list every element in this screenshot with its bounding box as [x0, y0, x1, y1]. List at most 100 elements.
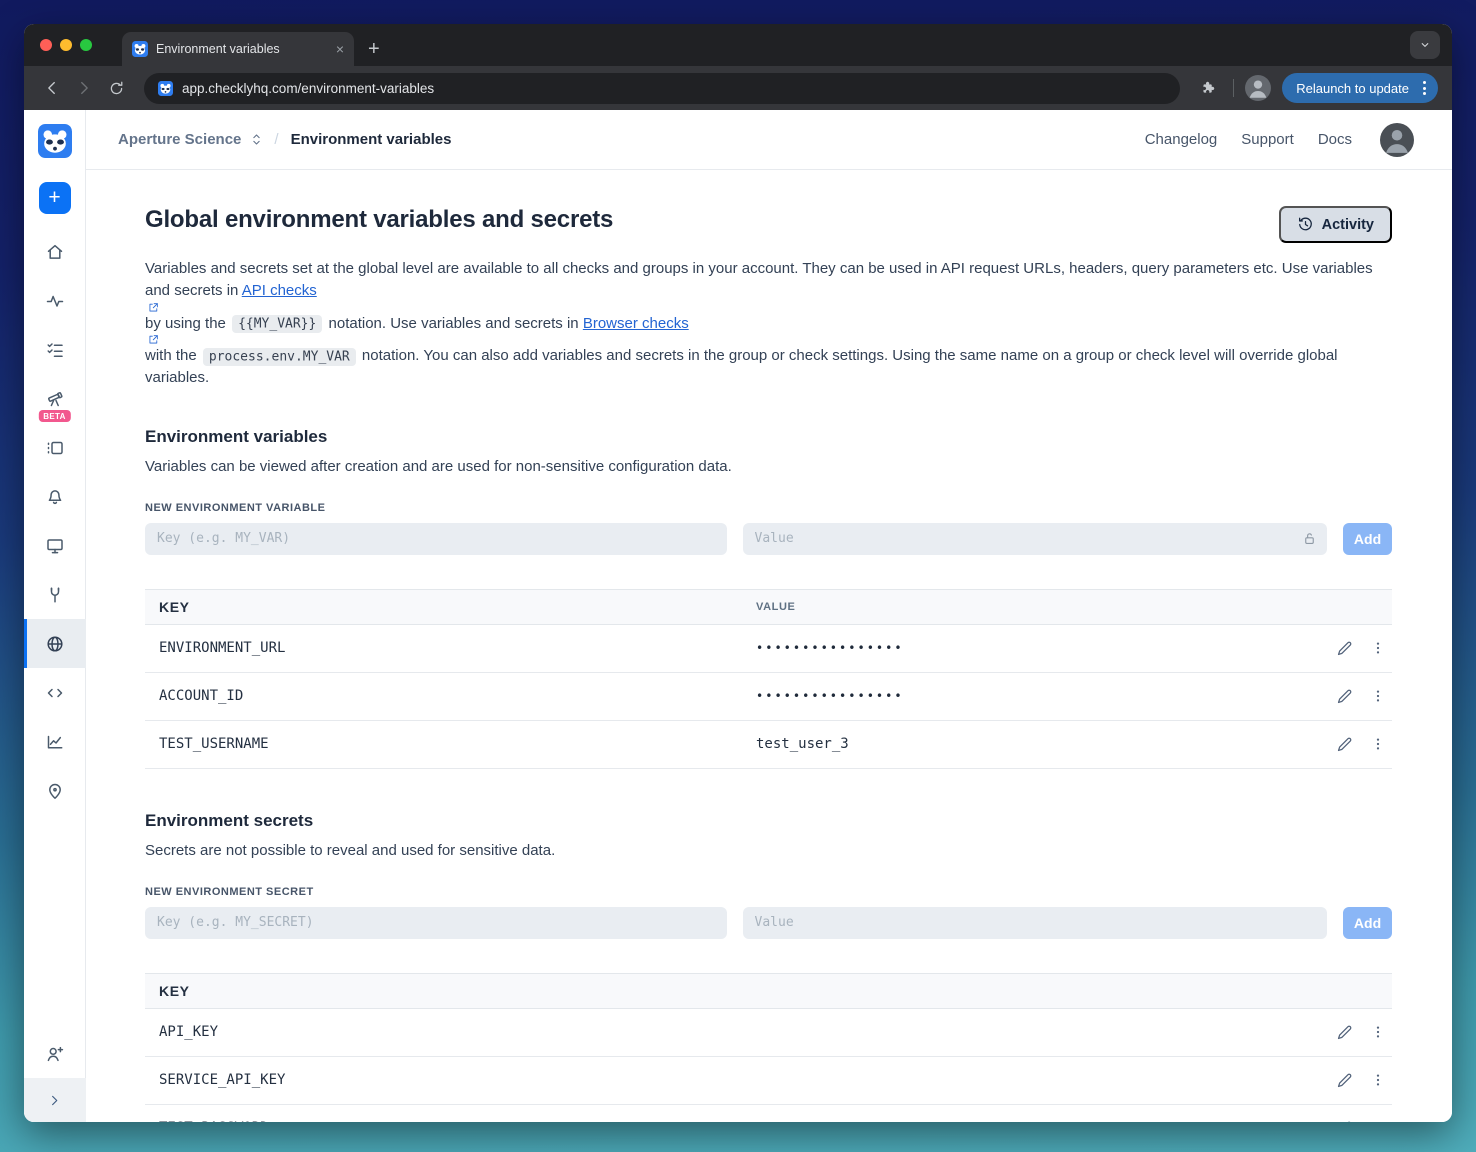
edit-pencil-icon[interactable]	[1336, 1024, 1353, 1041]
sidebar-item-invite-user[interactable]	[24, 1029, 86, 1078]
table-row: TEST_PASSWORD	[145, 1105, 1392, 1122]
minimize-window-button[interactable]	[60, 39, 72, 51]
chevrons-up-down-icon	[253, 134, 261, 145]
kebab-menu-icon[interactable]	[1370, 736, 1386, 752]
beta-badge: BETA	[38, 410, 71, 422]
bell-icon	[48, 489, 61, 504]
edit-pencil-icon[interactable]	[1336, 1072, 1353, 1089]
table-row: API_KEY	[145, 1009, 1392, 1057]
tab-close-icon[interactable]: ×	[336, 41, 344, 57]
activity-button[interactable]: Activity	[1278, 206, 1392, 243]
create-new-button[interactable]: +	[38, 182, 71, 214]
api-checks-link[interactable]: API checks	[145, 282, 1391, 313]
variable-key: ACCOUNT_ID	[159, 688, 244, 705]
variable-key-input[interactable]	[145, 522, 727, 555]
key-column-header: KEY	[159, 982, 190, 999]
chevron-right-icon	[52, 1095, 58, 1105]
value-column-header: VALUE	[756, 600, 796, 613]
intro-text: notation. Use variables and secrets in	[324, 314, 583, 332]
pulse-icon	[46, 295, 63, 307]
forward-button[interactable]	[70, 74, 98, 102]
sidebar-item-logs[interactable]	[24, 423, 86, 472]
sidebar-item-explore-beta[interactable]: BETA	[24, 374, 86, 423]
sidebar-item-checks[interactable]	[24, 325, 86, 374]
kebab-menu-icon[interactable]	[1370, 1072, 1386, 1088]
new-tab-button[interactable]: +	[368, 39, 380, 59]
breadcrumb-page: Environment variables	[290, 131, 452, 148]
url-text: app.checklyhq.com/environment-variables	[182, 80, 435, 96]
relaunch-to-update-button[interactable]: Relaunch to update	[1282, 73, 1438, 103]
activity-label: Activity	[1321, 216, 1374, 233]
kebab-menu-icon[interactable]	[1370, 640, 1386, 656]
account-switcher-icon[interactable]	[249, 132, 264, 147]
browser-profile-avatar[interactable]	[1245, 75, 1272, 101]
sidebar-bottom	[24, 1029, 86, 1122]
sidebar-item-dashboards[interactable]	[24, 521, 86, 570]
intro-text: by using the	[145, 314, 231, 332]
puzzle-icon	[1203, 81, 1214, 93]
sidebar-item-maintenance[interactable]	[24, 570, 86, 619]
docs-link[interactable]: Docs	[1318, 131, 1352, 148]
page-title: Global environment variables and secrets	[145, 206, 614, 233]
sidebar-item-private-locations[interactable]	[24, 766, 86, 815]
reload-icon	[110, 81, 122, 94]
tab-search-button[interactable]	[1410, 31, 1440, 59]
variables-table-header: KEY VALUE	[145, 588, 1392, 625]
tab-environment-variables[interactable]: Environment variables ×	[122, 32, 354, 66]
extensions-button[interactable]	[1194, 74, 1222, 102]
url-bar[interactable]: app.checklyhq.com/environment-variables	[144, 72, 1181, 104]
variable-value-masked: ••••••••••••••••	[756, 641, 904, 656]
relaunch-menu-icon[interactable]	[1417, 81, 1432, 95]
telescope-icon	[47, 391, 63, 406]
sidebar-item-home[interactable]	[24, 227, 86, 276]
secret-key: API_KEY	[159, 1024, 219, 1041]
variable-key: TEST_USERNAME	[159, 736, 269, 753]
secret-value-input[interactable]	[742, 906, 1328, 939]
kebab-menu-icon[interactable]	[1370, 1120, 1386, 1122]
sidebar-collapse-button[interactable]	[24, 1078, 86, 1122]
add-secret-button[interactable]: Add	[1343, 906, 1392, 939]
edit-pencil-icon[interactable]	[1336, 688, 1353, 705]
location-pin-icon	[48, 783, 61, 799]
kebab-menu-icon[interactable]	[1370, 1024, 1386, 1040]
table-row: SERVICE_API_KEY	[145, 1057, 1392, 1105]
reload-button[interactable]	[102, 74, 130, 102]
kebab-menu-icon[interactable]	[1370, 688, 1386, 704]
close-window-button[interactable]	[40, 39, 52, 51]
sidebar-item-alerts[interactable]	[24, 472, 86, 521]
support-link[interactable]: Support	[1241, 131, 1294, 148]
checkly-logo[interactable]	[37, 124, 72, 158]
new-variable-label: NEW ENVIRONMENT VARIABLE	[145, 501, 326, 514]
variables-section-title: Environment variables	[145, 426, 328, 446]
chart-icon	[47, 735, 62, 748]
sidebar-item-environment-variables[interactable]	[24, 619, 86, 668]
variable-value-input[interactable]	[742, 522, 1328, 555]
sidebar-item-analytics[interactable]	[24, 717, 86, 766]
secret-key: SERVICE_API_KEY	[159, 1072, 286, 1089]
table-row: ACCOUNT_ID ••••••••••••••••	[145, 673, 1392, 721]
add-variable-button[interactable]: Add	[1343, 522, 1392, 555]
back-button[interactable]	[38, 74, 66, 102]
account-switcher[interactable]: Aperture Science	[118, 131, 241, 148]
code-process-env: process.env.MY_VAR	[202, 347, 356, 366]
changelog-link[interactable]: Changelog	[1145, 131, 1218, 148]
forward-arrow-icon	[81, 81, 88, 95]
zoom-window-button[interactable]	[80, 39, 92, 51]
sidebar-item-activity[interactable]	[24, 276, 86, 325]
secret-key-input[interactable]	[145, 906, 727, 939]
unlock-icon[interactable]	[1302, 531, 1317, 546]
user-avatar[interactable]	[1380, 122, 1414, 157]
sidebar-item-snippets[interactable]	[24, 668, 86, 717]
main-content: Global environment variables and secrets…	[86, 170, 1452, 1122]
checkly-app: + BETA Aperture Science / Environment va…	[24, 110, 1452, 1122]
toolbar-divider	[1233, 79, 1235, 97]
secret-key: TEST_PASSWORD	[145, 1120, 1308, 1122]
intro-text: Variables and secrets set at the global …	[145, 260, 1373, 299]
chevron-down-icon	[1421, 43, 1429, 47]
monitor-icon	[46, 538, 63, 553]
edit-pencil-icon[interactable]	[1336, 736, 1353, 753]
edit-pencil-icon[interactable]	[1336, 640, 1353, 657]
toolbar-right: Relaunch to update	[1194, 73, 1438, 103]
variables-table: KEY VALUE ENVIRONMENT_URL ••••••••••••••…	[145, 588, 1392, 769]
edit-pencil-icon[interactable]	[1336, 1120, 1353, 1122]
